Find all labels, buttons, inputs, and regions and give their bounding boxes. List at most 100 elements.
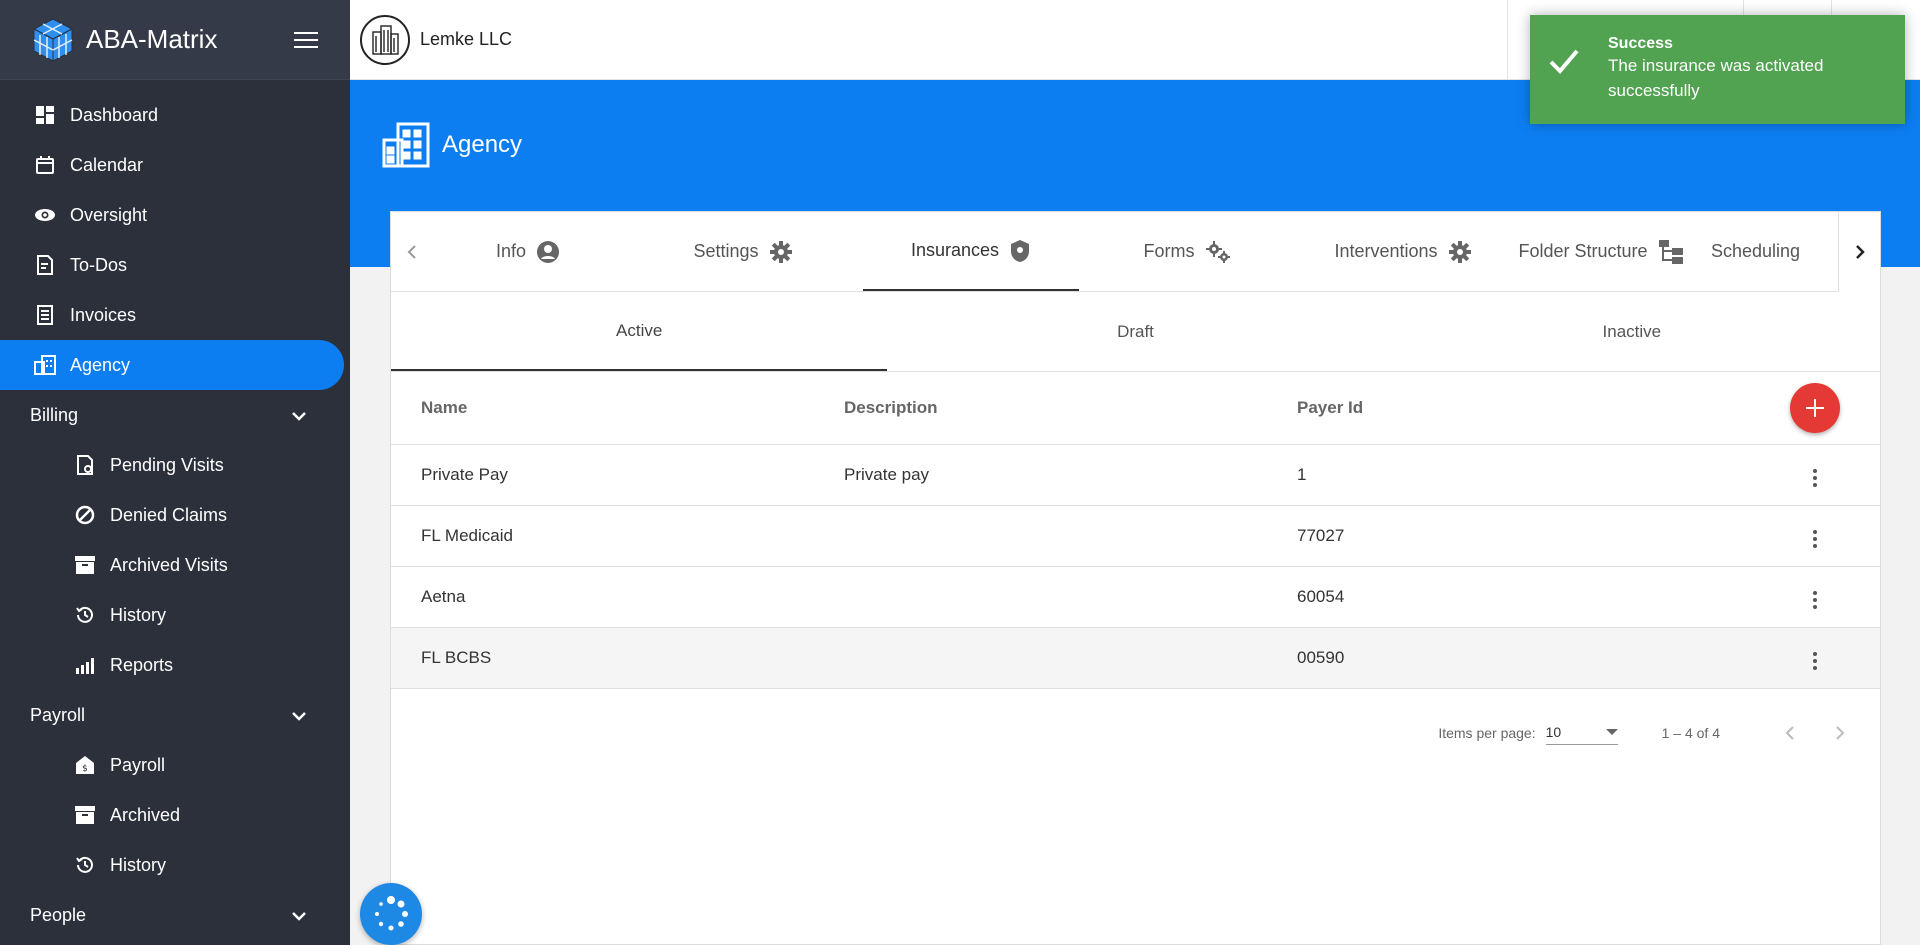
previous-page-button[interactable] [1770, 713, 1810, 753]
success-toast[interactable]: Success The insurance was activated succ… [1530, 15, 1905, 124]
pending-visits-icon [74, 454, 96, 476]
floating-widget-button[interactable] [360, 883, 422, 945]
org-logo[interactable] [360, 14, 410, 65]
add-insurance-button[interactable] [1790, 382, 1840, 433]
sidebar-item-oversight[interactable]: Oversight [0, 190, 350, 240]
paginator: Items per page: 10 1 – 4 of 4 [391, 689, 1880, 777]
sidebar-item-label: Agency [70, 354, 131, 375]
items-per-page-label: Items per page: [1438, 724, 1536, 741]
brand-name: ABA-Matrix [86, 24, 218, 54]
toast-message: The insurance was activated successfully [1608, 56, 1824, 100]
insurance-table: Name Description Payer Id Private Pay Pr… [391, 372, 1880, 689]
toast-body: Success The insurance was activated succ… [1608, 35, 1868, 103]
cell-actions [1750, 627, 1880, 689]
chevron-right-icon [1836, 725, 1845, 740]
cell-name: FL BCBS [391, 627, 844, 689]
tab-forms[interactable]: Forms [1079, 212, 1295, 291]
more-vert-icon[interactable] [1805, 587, 1825, 613]
folder-tree-icon [1658, 239, 1683, 264]
svg-text:$: $ [82, 764, 88, 774]
tab-info[interactable]: Info [433, 212, 623, 291]
agency-icon [382, 122, 430, 168]
sidebar-section-people[interactable]: People [0, 890, 350, 940]
sidebar-item-archived-visits[interactable]: Archived Visits [0, 540, 350, 590]
table-row[interactable]: Private Pay Private pay 1 [391, 444, 1880, 506]
tab-scheduling[interactable]: Scheduling [1691, 212, 1811, 291]
more-vert-icon[interactable] [1805, 465, 1825, 491]
sidebar-item-calendar[interactable]: Calendar [0, 140, 350, 190]
org-name: Lemke LLC [420, 29, 513, 49]
column-header-payer-id[interactable]: Payer Id [1297, 372, 1750, 445]
page-size-select[interactable]: 10 [1545, 721, 1618, 745]
sidebar-item-payroll-archived[interactable]: Archived [0, 790, 350, 840]
tab-insurances[interactable]: Insurances [863, 212, 1079, 291]
sidebar-item-label: History [110, 854, 167, 875]
tab-label: Inactive [1602, 321, 1662, 341]
sidebar-item-reports[interactable]: Reports [0, 640, 350, 690]
sidebar-item-pending-visits[interactable]: Pending Visits [0, 440, 350, 490]
calendar-icon [34, 154, 56, 176]
toast-title: Success [1608, 35, 1673, 52]
sidebar-item-label: Dashboard [70, 104, 159, 125]
payroll-icon: $ [74, 754, 96, 776]
column-header-name[interactable]: Name [391, 372, 844, 445]
sidebar-item-label: Denied Claims [110, 504, 228, 525]
plus-icon [1806, 398, 1824, 417]
tab-settings[interactable]: Settings [623, 212, 863, 291]
tab-label: Info [495, 241, 527, 261]
tabs-scroll-right-button[interactable] [1838, 212, 1880, 292]
hamburger-menu-icon[interactable] [294, 27, 318, 53]
invoice-icon [34, 304, 56, 326]
tab-active[interactable]: Active [391, 292, 888, 371]
cell-payer-id: 00590 [1297, 627, 1750, 689]
sidebar-item-payroll-history[interactable]: History [0, 840, 350, 890]
table-row[interactable]: FL Medicaid 77027 [391, 505, 1880, 567]
checkmark-icon [1549, 49, 1579, 74]
tab-label: Scheduling [1711, 241, 1801, 261]
dashboard-icon [34, 104, 56, 126]
cell-payer-id: 60054 [1297, 566, 1750, 628]
sidebar-item-label: Oversight [70, 204, 148, 225]
section-label: Billing [30, 404, 79, 425]
sidebar-section-payroll[interactable]: Payroll [0, 690, 350, 740]
tab-inactive[interactable]: Inactive [1384, 292, 1880, 371]
more-vert-icon[interactable] [1805, 526, 1825, 552]
table-row[interactable]: FL BCBS 00590 [391, 627, 1880, 689]
next-page-button[interactable] [1820, 713, 1860, 753]
sidebar-item-label: Payroll [110, 754, 166, 775]
sidebar-item-denied-claims[interactable]: Denied Claims [0, 490, 350, 540]
sidebar-item-agency[interactable]: Agency [0, 340, 344, 390]
sidebar-item-billing-history[interactable]: History [0, 590, 350, 640]
sidebar-item-dashboard[interactable]: Dashboard [0, 90, 350, 140]
history-icon [74, 854, 96, 876]
cell-payer-id: 77027 [1297, 505, 1750, 567]
building-icon [372, 24, 399, 55]
status-tabs: Active Draft Inactive [391, 292, 1880, 372]
sidebar-item-todos[interactable]: To-Dos [0, 240, 350, 290]
sidebar-item-invoices[interactable]: Invoices [0, 290, 350, 340]
tab-folder-structure[interactable]: Folder Structure [1511, 212, 1691, 291]
cube-logo-icon [32, 17, 74, 62]
chevron-down-icon [292, 405, 306, 426]
tab-interventions[interactable]: Interventions [1295, 212, 1511, 291]
table-row[interactable]: Aetna 60054 [391, 566, 1880, 628]
sidebar-section-billing[interactable]: Billing [0, 390, 350, 440]
sidebar-item-label: To-Dos [70, 254, 128, 275]
page-size-value: 10 [1545, 724, 1562, 740]
section-label: People [30, 904, 87, 925]
agency-card: Info Settings Insurances Forms Intervent… [390, 211, 1881, 945]
column-header-description[interactable]: Description [844, 372, 1297, 445]
table-header-row: Name Description Payer Id [391, 372, 1880, 445]
sidebar-item-payroll[interactable]: $ Payroll [0, 740, 350, 790]
page-title: Agency [442, 131, 523, 158]
tab-label: Folder Structure [1518, 241, 1648, 261]
tabs-scroll-left-button[interactable] [391, 212, 433, 291]
main-nav: Dashboard Calendar Oversight To-Dos Invo… [0, 80, 350, 940]
tab-draft[interactable]: Draft [887, 292, 1383, 371]
chevron-left-icon [1785, 725, 1794, 740]
cell-actions [1750, 444, 1880, 506]
page-range: 1 – 4 of 4 [1661, 724, 1720, 741]
more-vert-icon[interactable] [1805, 648, 1825, 674]
sidebar-item-label: History [110, 604, 167, 625]
denied-icon [74, 504, 96, 526]
